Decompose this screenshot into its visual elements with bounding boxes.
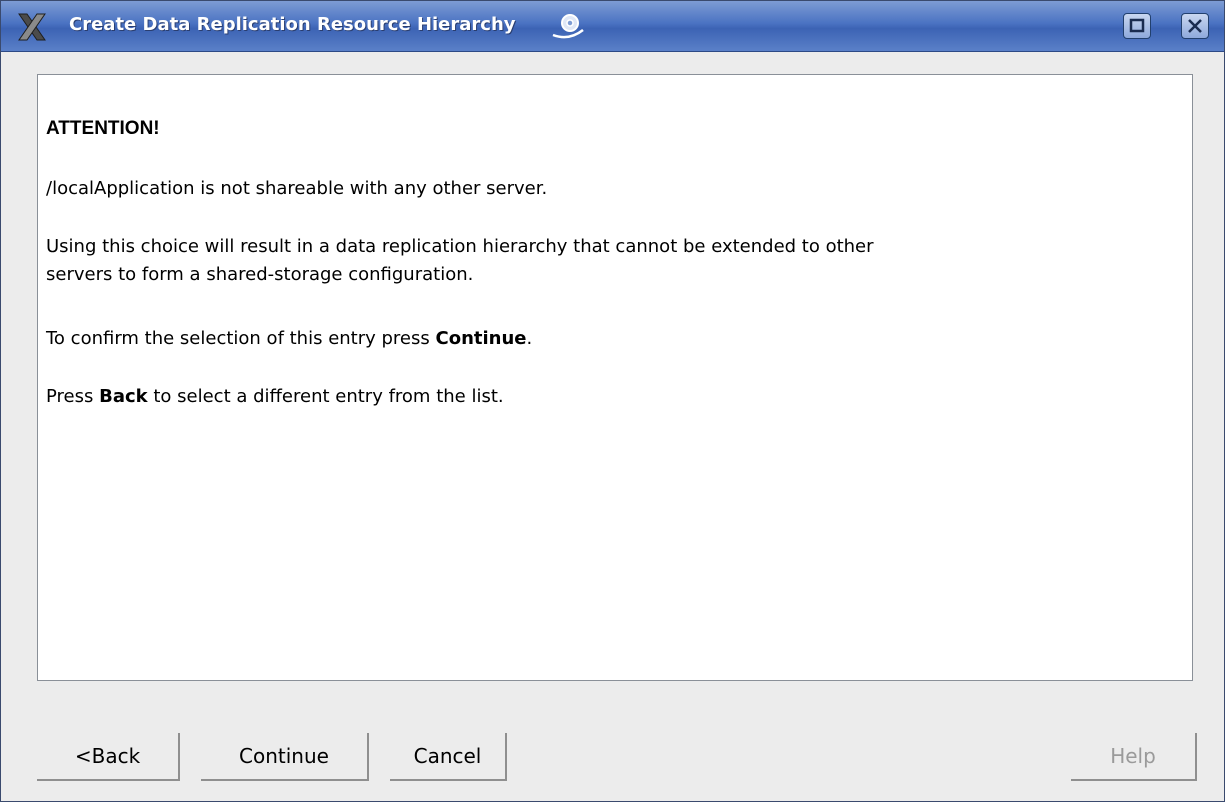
maximize-button[interactable]	[1123, 13, 1151, 39]
dialog-window: Create Data Replication Resource Hierarc…	[0, 0, 1225, 802]
back-keyword: Back	[99, 386, 148, 407]
confirm-suffix: .	[526, 328, 533, 349]
window-title: Create Data Replication Resource Hierarc…	[69, 14, 516, 35]
continue-button[interactable]: Continue	[201, 733, 369, 781]
message-line-not-shareable: /localApplication is not shareable with …	[46, 178, 548, 199]
message-line-replication-1: Using this choice will result in a data …	[46, 236, 874, 257]
confirm-continue-keyword: Continue	[435, 328, 527, 349]
close-button[interactable]	[1181, 13, 1209, 39]
back-prefix: Press	[46, 386, 100, 407]
cancel-button[interactable]: Cancel	[390, 733, 507, 781]
sticky-pin-icon[interactable]	[549, 10, 587, 42]
close-icon	[1188, 19, 1202, 33]
title-bar[interactable]: Create Data Replication Resource Hierarc…	[1, 1, 1224, 52]
x-window-icon[interactable]	[16, 11, 48, 43]
message-line-replication-2: servers to form a shared-storage configu…	[46, 264, 474, 285]
help-button[interactable]: Help	[1071, 733, 1197, 781]
message-line-back: Press Back to select a different entry f…	[46, 383, 504, 411]
maximize-icon	[1129, 18, 1145, 33]
back-suffix: to select a different entry from the lis…	[147, 386, 504, 407]
attention-heading: ATTENTION!	[46, 118, 160, 139]
back-button[interactable]: <Back	[37, 733, 180, 781]
confirm-prefix: To confirm the selection of this entry p…	[46, 328, 436, 349]
message-line-confirm: To confirm the selection of this entry p…	[46, 325, 532, 353]
message-panel: ATTENTION! /localApplication is not shar…	[37, 74, 1193, 681]
